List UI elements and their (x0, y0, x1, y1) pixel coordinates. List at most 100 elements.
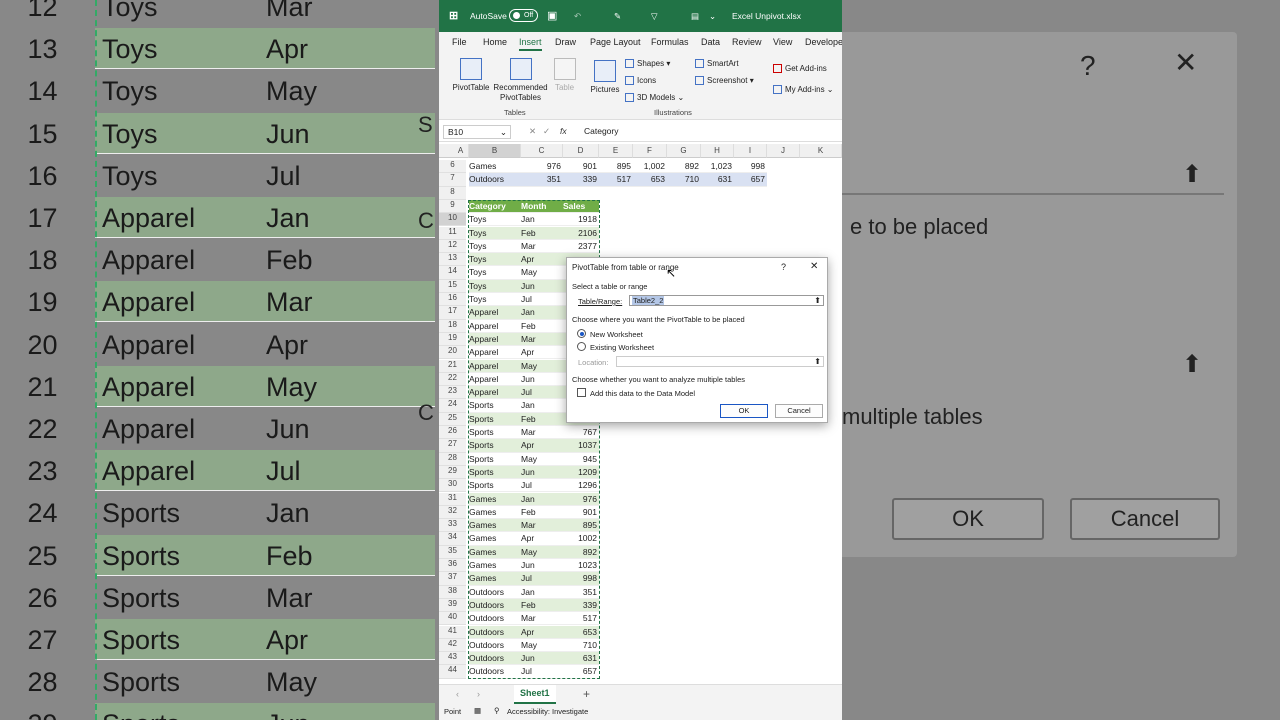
table-sales-cell[interactable]: 998 (563, 572, 599, 586)
table-month-cell[interactable]: Mar (521, 240, 563, 254)
table-sales-cell[interactable]: 1023 (563, 559, 599, 573)
table-sales-cell[interactable]: 2106 (563, 226, 599, 240)
table-category-cell[interactable]: Toys (469, 240, 521, 254)
table-month-cell[interactable]: Feb (521, 412, 563, 426)
column-header-i[interactable]: I (734, 144, 767, 158)
summary-category-cell[interactable]: Games (469, 160, 521, 174)
radio-existing-worksheet[interactable] (577, 342, 586, 351)
row-header[interactable]: 19 (439, 332, 466, 347)
table-sales-cell[interactable]: 710 (563, 639, 599, 653)
summary-value-cell[interactable]: 657 (734, 173, 767, 187)
pictures-button[interactable]: Pictures (589, 60, 621, 95)
row-header[interactable]: 17 (439, 306, 466, 320)
row-header[interactable]: 29 (439, 465, 466, 480)
table-category-cell[interactable]: Apparel (469, 346, 521, 360)
data-model-label[interactable]: Add this data to the Data Model (590, 389, 695, 398)
add-sheet-button[interactable]: + (583, 687, 590, 701)
collapse-range-icon[interactable]: ⬆ (814, 296, 821, 305)
column-header-f[interactable]: F (633, 144, 667, 158)
table-header-sales[interactable]: Sales (563, 199, 599, 214)
row-header[interactable]: 35 (439, 545, 466, 559)
table-month-cell[interactable]: May (521, 359, 563, 373)
column-header-g[interactable]: G (667, 144, 701, 158)
table-category-cell[interactable]: Sports (469, 412, 521, 426)
table-month-cell[interactable]: Apr (521, 532, 563, 546)
table-sales-cell[interactable]: 631 (563, 652, 599, 666)
row-header[interactable]: 20 (439, 346, 466, 360)
table-sales-cell[interactable]: 657 (563, 665, 599, 679)
new-worksheet-label[interactable]: New Worksheet (590, 330, 643, 339)
collapse-location-icon[interactable]: ⬆ (814, 357, 821, 366)
table-sales-cell[interactable]: 901 (563, 506, 599, 520)
table-month-cell[interactable]: Mar (521, 612, 563, 626)
tab-develope[interactable]: Develope (805, 37, 842, 47)
table-month-cell[interactable]: Jan (521, 306, 563, 320)
table-month-cell[interactable]: Jun (521, 465, 563, 480)
table-category-cell[interactable]: Toys (469, 253, 521, 267)
scroll-left-icon[interactable]: ‹ (456, 689, 459, 699)
column-header-k[interactable]: K (800, 144, 842, 158)
shapes-button[interactable]: Shapes ▾ (625, 59, 670, 69)
column-header-e[interactable]: E (599, 144, 633, 158)
table-category-cell[interactable]: Toys (469, 293, 521, 307)
summary-value-cell[interactable]: 998 (734, 160, 767, 174)
table-month-cell[interactable]: May (521, 453, 563, 466)
table-sales-cell[interactable]: 517 (563, 612, 599, 626)
table-month-cell[interactable]: Jul (521, 479, 563, 493)
row-header[interactable]: 22 (439, 372, 466, 387)
summary-value-cell[interactable]: 901 (563, 160, 599, 174)
tab-file[interactable]: File (452, 37, 467, 47)
table-month-cell[interactable]: Feb (521, 320, 563, 333)
column-header-c[interactable]: C (521, 144, 563, 158)
table-month-cell[interactable]: Jul (521, 293, 563, 307)
summary-value-cell[interactable]: 710 (667, 173, 701, 187)
table-button[interactable]: Table (552, 58, 577, 93)
fx-icon[interactable]: fx (560, 126, 567, 136)
tab-data[interactable]: Data (701, 37, 720, 47)
column-header-b[interactable]: B (469, 144, 521, 158)
help-button[interactable]: ? (781, 262, 786, 272)
summary-value-cell[interactable]: 1,002 (633, 160, 667, 174)
table-sales-cell[interactable]: 339 (563, 598, 599, 613)
table-sales-cell[interactable]: 1002 (563, 532, 599, 546)
summary-value-cell[interactable]: 339 (563, 173, 599, 187)
row-header[interactable]: 43 (439, 652, 466, 666)
table-sales-cell[interactable]: 767 (563, 426, 599, 440)
table-header-month[interactable]: Month (521, 199, 563, 214)
table-month-cell[interactable]: Jan (521, 492, 563, 506)
ok-button[interactable]: OK (720, 404, 768, 418)
row-header[interactable]: 39 (439, 598, 466, 613)
row-header[interactable]: 23 (439, 386, 466, 400)
table-category-cell[interactable]: Games (469, 545, 521, 559)
table-month-cell[interactable]: Apr (521, 625, 563, 639)
summary-value-cell[interactable]: 976 (521, 160, 563, 174)
row-header[interactable]: 33 (439, 519, 466, 533)
row-header[interactable]: 10 (439, 213, 466, 227)
table-month-cell[interactable]: Jun (521, 279, 563, 293)
table-sales-cell[interactable]: 1209 (563, 465, 599, 480)
table-category-cell[interactable]: Outdoors (469, 625, 521, 639)
row-header[interactable]: 21 (439, 359, 466, 373)
row-header[interactable]: 11 (439, 226, 466, 240)
data-model-checkbox[interactable] (577, 388, 586, 397)
table-category-cell[interactable]: Games (469, 572, 521, 586)
row-header[interactable]: 28 (439, 452, 466, 466)
row-header[interactable]: 32 (439, 505, 466, 520)
recommended-pivottables-button[interactable]: Recommended PivotTables (493, 58, 548, 103)
summary-value-cell[interactable]: 351 (521, 173, 563, 187)
autosave-toggle[interactable]: Off (509, 9, 538, 22)
summary-value-cell[interactable]: 1,023 (701, 160, 734, 174)
name-box[interactable]: B10 ⌄ (443, 125, 511, 139)
table-month-cell[interactable]: Jul (521, 386, 563, 400)
table-month-cell[interactable]: Apr (521, 253, 563, 267)
table-header-category[interactable]: Category (469, 199, 521, 214)
table-month-cell[interactable]: Mar (521, 426, 563, 440)
table-month-cell[interactable]: Jun (521, 373, 563, 387)
row-header[interactable]: 36 (439, 559, 466, 573)
table-category-cell[interactable]: Apparel (469, 332, 521, 347)
row-header[interactable]: 31 (439, 492, 466, 506)
table-month-cell[interactable]: May (521, 545, 563, 559)
table-sales-cell[interactable]: 1296 (563, 479, 599, 493)
table-category-cell[interactable]: Apparel (469, 306, 521, 320)
table-category-cell[interactable]: Outdoors (469, 639, 521, 653)
